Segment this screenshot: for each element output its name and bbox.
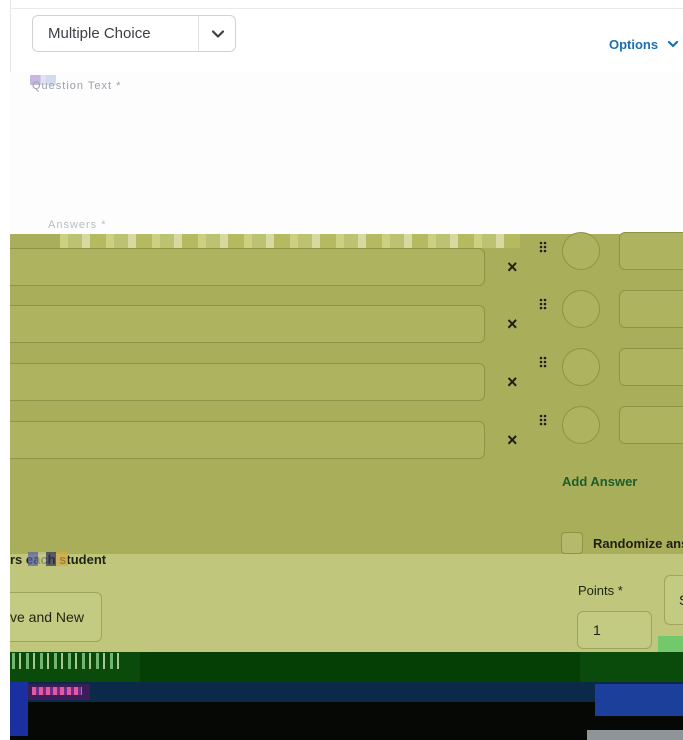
answer-input[interactable] bbox=[10, 421, 485, 459]
answers-label: Answers * bbox=[48, 219, 107, 231]
render-artifact bbox=[28, 552, 68, 566]
correct-answer-radio[interactable] bbox=[562, 232, 600, 270]
drag-handle-icon[interactable] bbox=[539, 241, 547, 257]
add-answer-link[interactable]: Add Answer bbox=[562, 474, 637, 489]
answer-input[interactable] bbox=[10, 305, 485, 343]
render-artifact bbox=[140, 652, 580, 682]
answer-input[interactable] bbox=[10, 363, 485, 401]
randomize-checkbox[interactable] bbox=[561, 532, 583, 554]
correct-answer-radio[interactable] bbox=[562, 348, 600, 386]
chevron-down-icon bbox=[211, 30, 225, 38]
correct-answer-radio[interactable] bbox=[562, 290, 600, 328]
render-artifact bbox=[28, 684, 90, 700]
render-artifact bbox=[10, 702, 683, 740]
save-button[interactable]: S bbox=[664, 575, 683, 625]
answer-input[interactable] bbox=[10, 248, 485, 286]
drag-handle-icon[interactable] bbox=[539, 298, 547, 314]
frame-top-rule bbox=[10, 8, 683, 9]
options-link[interactable]: Options bbox=[609, 37, 658, 52]
render-artifact bbox=[595, 684, 683, 716]
question-text-editor[interactable] bbox=[10, 72, 683, 234]
render-artifact bbox=[10, 682, 28, 736]
render-artifact bbox=[12, 653, 122, 669]
render-artifact bbox=[587, 730, 683, 740]
answer-weight-input[interactable] bbox=[619, 348, 683, 386]
points-value: 1 bbox=[593, 622, 601, 638]
render-artifact bbox=[658, 636, 683, 652]
answer-weight-input[interactable] bbox=[619, 290, 683, 328]
chevron-down-icon[interactable] bbox=[667, 38, 679, 50]
question-type-select[interactable]: Multiple Choice bbox=[32, 15, 236, 52]
question-type-value: Multiple Choice bbox=[48, 25, 151, 42]
close-icon[interactable]: × bbox=[507, 258, 521, 276]
points-input[interactable]: 1 bbox=[577, 611, 652, 649]
close-icon[interactable]: × bbox=[507, 431, 521, 449]
answer-weight-input[interactable] bbox=[619, 406, 683, 444]
save-and-new-label: ve and New bbox=[10, 609, 84, 625]
answer-weight-input[interactable] bbox=[619, 232, 683, 270]
question-text-label: Question Text * bbox=[32, 80, 122, 92]
render-artifact bbox=[60, 234, 520, 248]
select-divider bbox=[198, 16, 199, 51]
drag-handle-icon[interactable] bbox=[539, 414, 547, 430]
correct-answer-radio[interactable] bbox=[562, 406, 600, 444]
points-label: Points * bbox=[578, 583, 623, 598]
close-icon[interactable]: × bbox=[507, 373, 521, 391]
close-icon[interactable]: × bbox=[507, 315, 521, 333]
render-artifact bbox=[10, 682, 683, 702]
save-and-new-button[interactable]: ve and New bbox=[10, 592, 102, 642]
randomize-label: Randomize ans bbox=[593, 536, 683, 551]
drag-handle-icon[interactable] bbox=[539, 356, 547, 372]
save-button-label: S bbox=[679, 592, 683, 608]
